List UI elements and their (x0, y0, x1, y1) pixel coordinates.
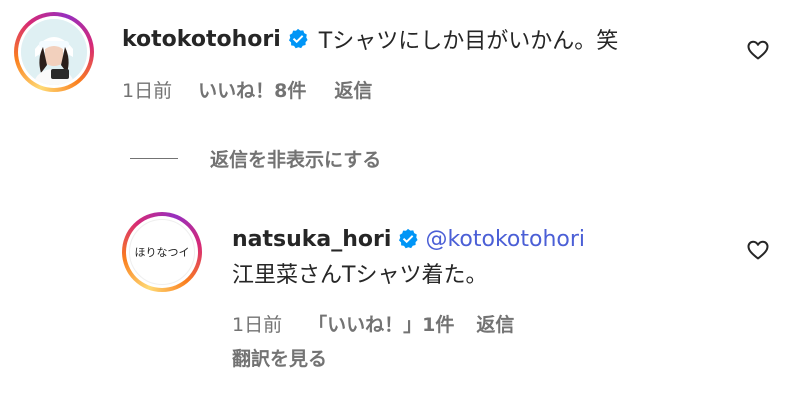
reply-text: 江里菜さんTシャツ着た。 (232, 263, 488, 288)
reply-username[interactable]: natsuka_hori (232, 227, 391, 252)
reply-header-row: natsuka_hori @kotokotohori (232, 224, 585, 254)
reply-avatar[interactable]: ほりなつイ (122, 212, 202, 292)
reply-text-row: 江里菜さんTシャツ着た。 (232, 258, 487, 288)
reply-avatar-logo-text: ほりなつイ (134, 246, 190, 259)
reply-mention-link[interactable]: @kotokotohori (425, 227, 585, 252)
like-heart-icon[interactable] (746, 38, 770, 62)
verified-badge-icon (288, 28, 308, 49)
comment-reply-button[interactable]: 返信 (334, 76, 372, 103)
reply-meta: 1日前 「いいね！」1件 返信 (232, 310, 514, 337)
hide-replies-toggle[interactable]: 返信を非表示にする (130, 145, 381, 171)
hide-replies-label: 返信を非表示にする (210, 148, 382, 171)
reply-timestamp[interactable]: 1日前 (232, 310, 282, 337)
see-translation-button[interactable]: 翻訳を見る (232, 348, 327, 370)
reply-reply-button[interactable]: 返信 (476, 310, 514, 337)
reply-profile-logo: ほりなつイ (129, 219, 195, 285)
replies-divider-line (130, 157, 178, 159)
comment-meta: 1日前 いいね！8件 返信 (122, 76, 372, 103)
comment-like-count[interactable]: いいね！8件 (198, 76, 306, 103)
profile-photo (21, 19, 87, 85)
like-heart-icon[interactable] (746, 238, 770, 262)
commenter-avatar[interactable] (14, 12, 94, 92)
comment-row: kotokotohori Tシャツにしか目がいかん。笑 (122, 24, 619, 55)
comment-timestamp[interactable]: 1日前 (122, 76, 172, 103)
translate-row: 翻訳を見る (232, 344, 327, 371)
comment-text: Tシャツにしか目がいかん。笑 (318, 29, 619, 54)
comment-username[interactable]: kotokotohori (122, 27, 281, 52)
reply-like-count[interactable]: 「いいね！」1件 (308, 310, 454, 337)
verified-badge-icon (399, 228, 419, 249)
